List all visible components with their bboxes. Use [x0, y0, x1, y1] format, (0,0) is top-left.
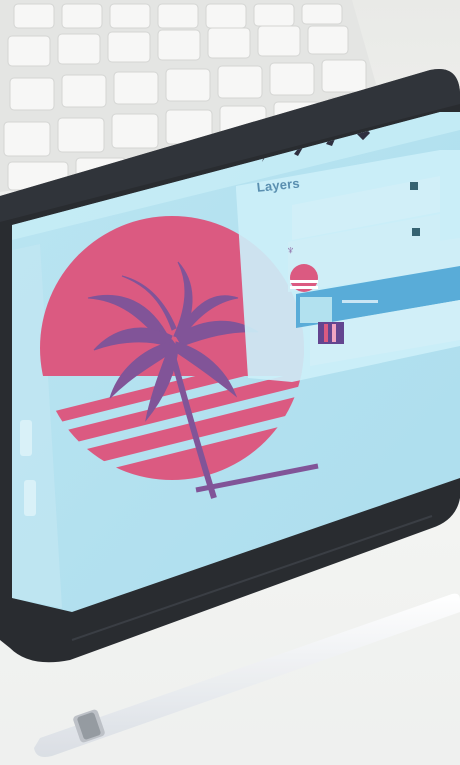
photo-scene: ♆ [0, 0, 460, 765]
photo-svg: ♆ [0, 0, 460, 765]
